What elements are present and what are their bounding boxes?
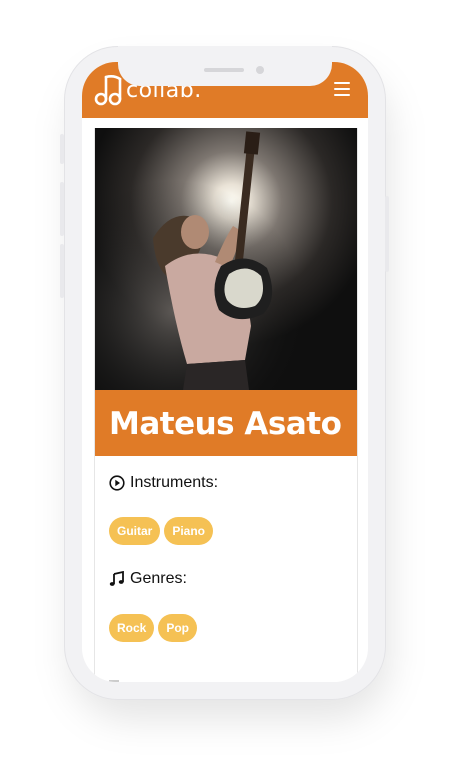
genres-heading: Genres: <box>109 570 187 588</box>
phone-screen: collab. Mateus Asato Instruments: Guitar… <box>82 62 368 682</box>
next-section-hint <box>109 680 119 682</box>
music-notes-icon <box>109 571 124 586</box>
volume-up-button <box>60 182 64 236</box>
profile-photo <box>95 128 357 390</box>
volume-down-button <box>60 244 64 298</box>
profile-card: Mateus Asato Instruments: Guitar Piano G… <box>94 128 358 682</box>
hamburger-menu-icon[interactable] <box>334 82 350 96</box>
phone-speaker <box>204 68 244 72</box>
tag-guitar[interactable]: Guitar <box>109 517 161 545</box>
tag-piano[interactable]: Piano <box>164 517 214 545</box>
instrument-tags: Guitar Piano <box>109 517 214 545</box>
tag-pop[interactable]: Pop <box>158 614 198 642</box>
tag-rock[interactable]: Rock <box>109 614 155 642</box>
genres-label: Genres: <box>130 570 187 587</box>
play-circle-icon <box>109 475 125 491</box>
phone-notch <box>118 46 332 86</box>
power-button <box>385 196 389 272</box>
instruments-heading: Instruments: <box>109 474 218 492</box>
name-banner: Mateus Asato <box>95 390 357 456</box>
music-note-logo-icon <box>94 75 122 106</box>
phone-camera <box>256 66 264 74</box>
mute-switch <box>60 134 64 164</box>
artist-name: Mateus Asato <box>109 406 342 442</box>
instruments-label: Instruments: <box>130 474 219 491</box>
genre-tags: Rock Pop <box>109 614 198 642</box>
